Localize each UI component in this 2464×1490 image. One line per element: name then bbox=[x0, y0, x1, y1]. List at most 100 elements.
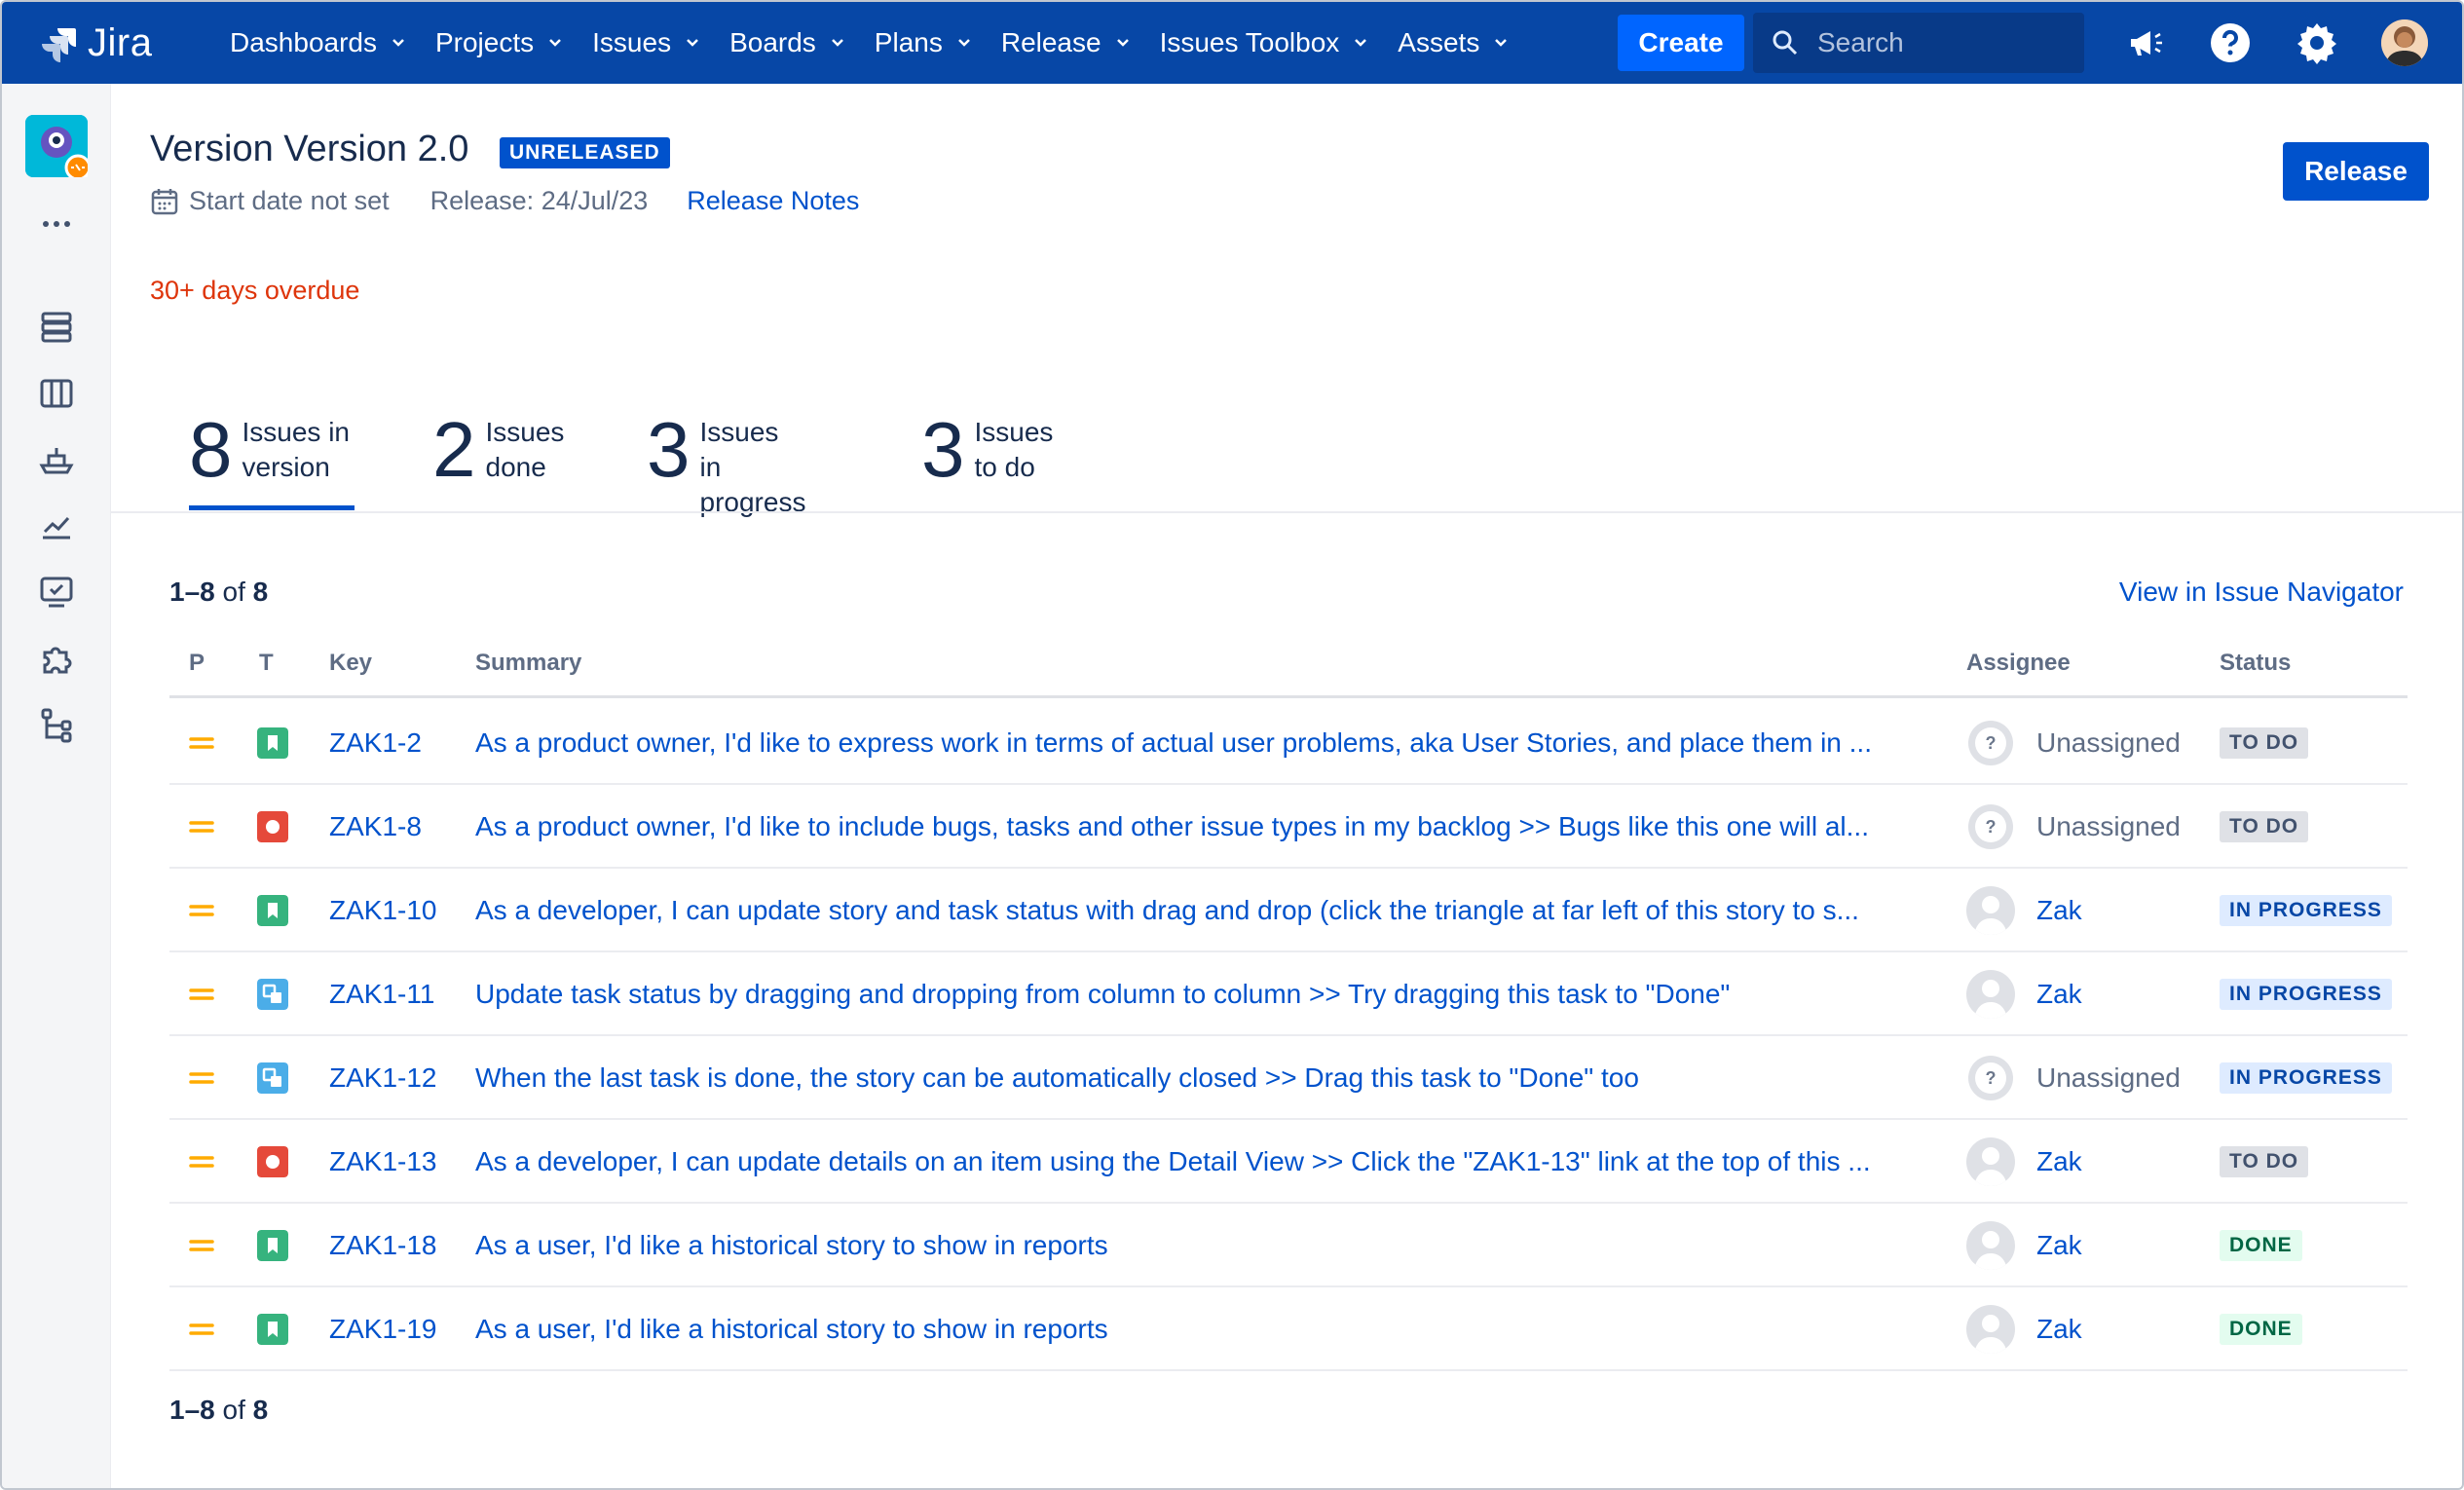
assignee-name[interactable]: Zak bbox=[2036, 979, 2082, 1010]
issue-key-link[interactable]: ZAK1-12 bbox=[329, 1062, 437, 1094]
status-lozenge[interactable]: TO DO bbox=[2220, 811, 2309, 842]
search-box[interactable] bbox=[1753, 13, 2084, 73]
issue-summary-link[interactable]: As a developer, I can update details on … bbox=[475, 1120, 2004, 1204]
apps-puzzle-icon[interactable] bbox=[37, 639, 76, 678]
table-row[interactable]: ZAK1-19 As a user, I'd like a historical … bbox=[169, 1287, 2408, 1371]
view-in-issue-navigator-link[interactable]: View in Issue Navigator bbox=[2119, 577, 2404, 608]
tab-line1: Issues bbox=[485, 417, 565, 447]
backlog-icon[interactable] bbox=[37, 308, 76, 347]
search-icon bbox=[1773, 30, 1798, 56]
releases-ship-icon[interactable] bbox=[37, 440, 76, 479]
medium-priority-icon bbox=[189, 1156, 214, 1168]
summary-cell: As a developer, I can update details on … bbox=[475, 1120, 2004, 1204]
issue-key-link[interactable]: ZAK1-8 bbox=[329, 811, 422, 842]
nav-dashboards[interactable]: Dashboards bbox=[216, 2, 422, 84]
status-lozenge[interactable]: IN PROGRESS bbox=[2220, 1062, 2392, 1094]
tab-line1: Issues bbox=[699, 417, 779, 447]
reports-icon[interactable] bbox=[37, 506, 76, 545]
board-icon[interactable] bbox=[37, 374, 76, 413]
table-row[interactable]: ZAK1-12 When the last task is done, the s… bbox=[169, 1036, 2408, 1120]
issue-summary-link[interactable]: Update task status by dragging and dropp… bbox=[475, 952, 2004, 1036]
chevron-down-icon bbox=[1355, 39, 1367, 47]
help-icon[interactable] bbox=[2209, 21, 2252, 64]
issue-key-link[interactable]: ZAK1-2 bbox=[329, 727, 422, 759]
table-row[interactable]: ZAK1-2 As a product owner, I'd like to ex… bbox=[169, 701, 2408, 785]
chevron-down-icon bbox=[687, 39, 698, 47]
status-lozenge[interactable]: TO DO bbox=[2220, 727, 2309, 759]
issue-key-link[interactable]: ZAK1-10 bbox=[329, 895, 437, 926]
more-icon[interactable] bbox=[37, 205, 76, 243]
tab-line1: Issues bbox=[974, 417, 1054, 447]
unassigned-avatar-icon: ? bbox=[1968, 804, 2013, 849]
issue-key-link[interactable]: ZAK1-19 bbox=[329, 1314, 437, 1345]
header-status[interactable]: Status bbox=[2220, 650, 2291, 677]
priority-cell bbox=[189, 952, 214, 1036]
table-row[interactable]: ZAK1-8 As a product owner, I'd like to in… bbox=[169, 785, 2408, 869]
megaphone-icon[interactable] bbox=[2123, 21, 2166, 64]
assignee-name[interactable]: Zak bbox=[2036, 895, 2082, 926]
table-row[interactable]: ZAK1-13 As a developer, I can update deta… bbox=[169, 1120, 2408, 1204]
key-cell: ZAK1-13 bbox=[329, 1120, 437, 1204]
nav-release[interactable]: Release bbox=[988, 2, 1146, 84]
issue-key-link[interactable]: ZAK1-13 bbox=[329, 1146, 437, 1177]
header-type[interactable]: T bbox=[259, 650, 274, 677]
header-priority[interactable]: P bbox=[189, 650, 205, 677]
header-assignee[interactable]: Assignee bbox=[1966, 650, 2071, 677]
issue-summary-link[interactable]: As a user, I'd like a historical story t… bbox=[475, 1204, 2004, 1287]
user-avatar[interactable] bbox=[2381, 19, 2428, 66]
tab-issues-to-do[interactable]: 3 Issues to do bbox=[921, 411, 1053, 508]
assignee-name[interactable]: Zak bbox=[2036, 1146, 2082, 1177]
nav-projects[interactable]: Projects bbox=[422, 2, 579, 84]
unassigned-avatar-icon: ? bbox=[1968, 1056, 2013, 1100]
header-summary[interactable]: Summary bbox=[475, 650, 581, 677]
nav-menu: Dashboards Projects Issues Boards Plans … bbox=[216, 2, 1524, 84]
assignee-name[interactable]: Zak bbox=[2036, 1314, 2082, 1345]
nav-issues-toolbox[interactable]: Issues Toolbox bbox=[1146, 2, 1385, 84]
status-cell: TO DO bbox=[2220, 701, 2309, 785]
key-cell: ZAK1-2 bbox=[329, 701, 422, 785]
release-notes-link[interactable]: Release Notes bbox=[687, 186, 859, 216]
release-button[interactable]: Release bbox=[2283, 142, 2429, 201]
table-row[interactable]: ZAK1-10 As a developer, I can update stor… bbox=[169, 869, 2408, 952]
header-key[interactable]: Key bbox=[329, 650, 372, 677]
nav-plans[interactable]: Plans bbox=[861, 2, 988, 84]
tab-issues-in-version[interactable]: 8 Issues in version bbox=[189, 411, 355, 510]
issue-key-link[interactable]: ZAK1-18 bbox=[329, 1230, 437, 1261]
status-lozenge[interactable]: IN PROGRESS bbox=[2220, 895, 2392, 926]
status-lozenge[interactable]: DONE bbox=[2220, 1314, 2302, 1345]
status-lozenge[interactable]: DONE bbox=[2220, 1230, 2302, 1261]
issue-key-link[interactable]: ZAK1-11 bbox=[329, 979, 434, 1010]
table-row[interactable]: ZAK1-11 Update task status by dragging an… bbox=[169, 952, 2408, 1036]
issue-summary-link[interactable]: As a developer, I can update story and t… bbox=[475, 869, 2004, 952]
issue-summary-link[interactable]: When the last task is done, the story ca… bbox=[475, 1036, 2004, 1120]
nav-boards[interactable]: Boards bbox=[716, 2, 861, 84]
issues-monitor-icon[interactable] bbox=[37, 573, 76, 612]
bug-icon bbox=[257, 1146, 288, 1177]
type-cell bbox=[257, 1204, 288, 1287]
tab-line2: done bbox=[485, 452, 546, 482]
type-cell bbox=[257, 1287, 288, 1371]
summary-cell: As a user, I'd like a historical story t… bbox=[475, 1204, 2004, 1287]
tab-issues-in-progress[interactable]: 3 Issues in progress bbox=[647, 411, 805, 518]
nav-issues[interactable]: Issues bbox=[579, 2, 716, 84]
status-lozenge[interactable]: IN PROGRESS bbox=[2220, 979, 2392, 1010]
jira-logo[interactable]: Jira bbox=[39, 21, 152, 65]
status-cell: IN PROGRESS bbox=[2220, 952, 2392, 1036]
assignee-cell: Zak bbox=[1966, 1287, 2082, 1371]
status-cell: IN PROGRESS bbox=[2220, 869, 2392, 952]
subtask-icon bbox=[257, 1062, 288, 1094]
issue-summary-link[interactable]: As a user, I'd like a historical story t… bbox=[475, 1287, 2004, 1371]
tab-issues-done[interactable]: 2 Issues done bbox=[432, 411, 564, 508]
search-input[interactable] bbox=[1817, 27, 2080, 58]
gear-icon[interactable] bbox=[2296, 21, 2338, 64]
create-button[interactable]: Create bbox=[1618, 15, 1744, 71]
tab-line1: Issues in bbox=[242, 417, 351, 447]
assignee-name[interactable]: Zak bbox=[2036, 1230, 2082, 1261]
project-avatar[interactable] bbox=[25, 115, 92, 181]
issue-summary-link[interactable]: As a product owner, I'd like to include … bbox=[475, 785, 2004, 869]
nav-assets[interactable]: Assets bbox=[1384, 2, 1524, 84]
table-row[interactable]: ZAK1-18 As a user, I'd like a historical … bbox=[169, 1204, 2408, 1287]
status-lozenge[interactable]: TO DO bbox=[2220, 1146, 2309, 1177]
issue-summary-link[interactable]: As a product owner, I'd like to express … bbox=[475, 701, 2004, 785]
hierarchy-icon[interactable] bbox=[37, 705, 76, 744]
